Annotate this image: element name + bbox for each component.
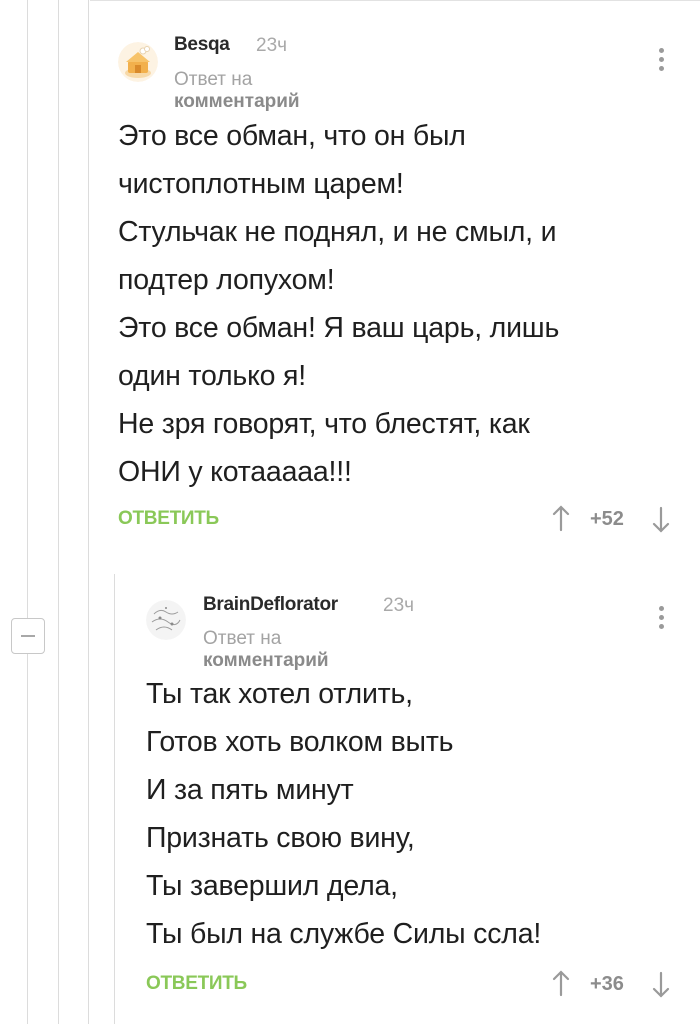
more-vertical-icon[interactable] xyxy=(656,48,666,78)
sketch-avatar-icon xyxy=(146,600,186,640)
avatar[interactable] xyxy=(118,42,158,82)
top-divider xyxy=(90,0,700,1)
comment-line: чистоплотным царем! xyxy=(118,168,404,200)
comment-author[interactable]: Besqa xyxy=(174,34,230,56)
reply-to-meta[interactable]: Ответ на комментарий xyxy=(174,69,300,113)
arrow-down-icon[interactable] xyxy=(652,506,670,534)
comment-line: Стульчак не поднял, и не смыл, и xyxy=(118,216,557,248)
reply-target-link[interactable]: комментарий xyxy=(174,91,300,112)
comment-line: Ты завершил дела, xyxy=(146,870,398,902)
comment-line: Ты так хотел отлить, xyxy=(146,678,413,710)
comment-body: Ты так хотел отлить, Готов хоть волком в… xyxy=(146,670,541,958)
reply-target-link[interactable]: комментарий xyxy=(203,650,329,671)
comment-time: 23ч xyxy=(383,595,415,616)
comment-time: 23ч xyxy=(256,35,288,56)
comment-line: Это все обман, что он был xyxy=(118,120,466,152)
comment-line: один только я! xyxy=(118,360,306,392)
reply-prefix: Ответ на xyxy=(174,69,253,90)
comment-line: Не зря говорят, что блестят, как xyxy=(118,408,530,440)
avatar[interactable] xyxy=(146,600,186,640)
reply-to-meta[interactable]: Ответ на комментарий xyxy=(203,628,329,672)
thread-line-outer-3 xyxy=(88,0,89,1024)
comment-body: Это все обман, что он был чистоплотным ц… xyxy=(118,112,559,496)
reply-button[interactable]: ОТВЕТИТЬ xyxy=(118,508,219,530)
arrow-up-icon[interactable] xyxy=(552,969,570,997)
arrow-down-icon[interactable] xyxy=(652,971,670,999)
thread-line-outer-2 xyxy=(58,0,59,1024)
vote-score: +52 xyxy=(590,508,624,530)
comment-line: подтер лопухом! xyxy=(118,264,335,296)
reply-button[interactable]: ОТВЕТИТЬ xyxy=(146,973,247,995)
comment-line: Ты был на службе Силы ссла! xyxy=(146,918,542,950)
comment-line: Это все обман! Я ваш царь, лишь xyxy=(118,312,560,344)
comment-line: И за пять минут xyxy=(146,774,354,806)
arrow-up-icon[interactable] xyxy=(552,504,570,532)
comment-line: Готов хоть волком выть xyxy=(146,726,454,758)
thread-line-nested xyxy=(114,574,115,1024)
comment-line: ОНИ у котааааа!!! xyxy=(118,456,352,488)
comment-author[interactable]: BrainDeflorator xyxy=(203,594,338,616)
collapse-thread-button[interactable] xyxy=(11,618,45,654)
comment-line: Признать свою вину, xyxy=(146,822,415,854)
vote-score: +36 xyxy=(590,973,624,995)
cake-house-avatar-icon xyxy=(118,42,158,82)
reply-prefix: Ответ на xyxy=(203,628,282,649)
more-vertical-icon[interactable] xyxy=(656,606,666,636)
thread-line-outer-1 xyxy=(27,0,28,1024)
